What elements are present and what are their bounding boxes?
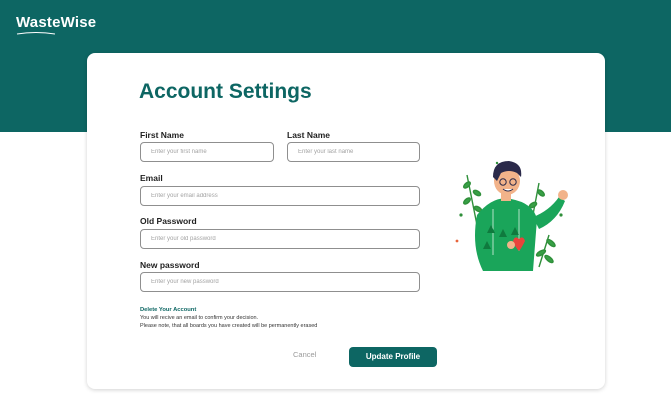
email-input[interactable]	[140, 186, 420, 206]
delete-account-link[interactable]: Delete Your Account	[140, 307, 196, 313]
old-password-input[interactable]	[140, 229, 420, 249]
first-name-input[interactable]	[140, 142, 274, 162]
page-title: Account Settings	[139, 80, 312, 103]
logo-swoosh-icon	[16, 32, 56, 35]
delete-note-line-1: You will recive an email to confirm your…	[140, 315, 259, 321]
update-profile-button[interactable]: Update Profile	[349, 347, 437, 367]
new-password-label: New password	[140, 260, 200, 270]
last-name-input[interactable]	[287, 142, 420, 162]
last-name-label: Last Name	[287, 130, 330, 140]
first-name-label: First Name	[140, 130, 184, 140]
brand-logo[interactable]: WasteWise	[16, 14, 96, 31]
email-label: Email	[140, 173, 163, 183]
delete-note-line-2: Please note, that all boards you have cr…	[140, 323, 318, 329]
new-password-input[interactable]	[140, 272, 420, 292]
old-password-label: Old Password	[140, 216, 197, 226]
person-waving-illustration-icon	[455, 161, 568, 271]
cancel-button[interactable]: Cancel	[293, 350, 316, 359]
